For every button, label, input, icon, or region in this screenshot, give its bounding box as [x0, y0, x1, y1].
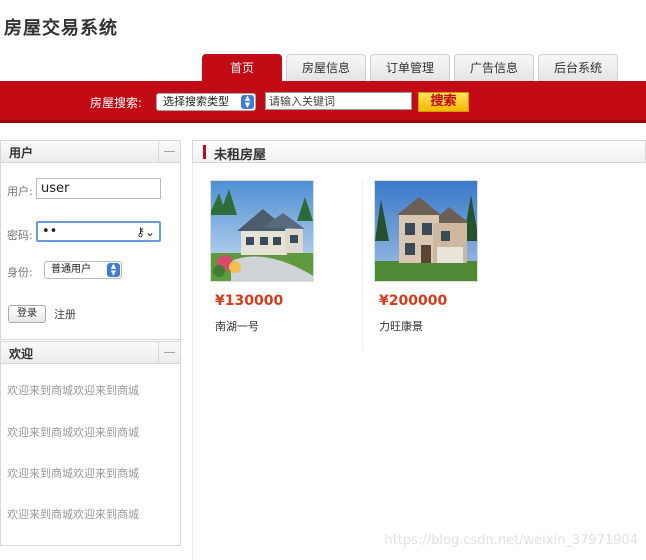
- welcome-line: 欢迎来到商城欢迎来到商城: [7, 508, 139, 521]
- house-photo[interactable]: [210, 180, 314, 282]
- search-type-select[interactable]: 选择搜索类型 ▲ ▼: [156, 93, 256, 111]
- tab-order-management[interactable]: 订单管理: [370, 54, 450, 81]
- search-bar: 房屋搜索: 选择搜索类型 ▲▼ 搜索: [0, 81, 646, 123]
- password-field[interactable]: •• ⚷⌄: [36, 221, 161, 242]
- tab-house-info[interactable]: 房屋信息: [286, 54, 366, 81]
- collapse-icon[interactable]: —: [158, 141, 180, 162]
- search-input[interactable]: [265, 92, 412, 110]
- role-label: 身份:: [7, 266, 33, 279]
- collapse-icon[interactable]: —: [158, 342, 180, 363]
- house-name[interactable]: 南湖一号: [215, 318, 259, 334]
- login-button[interactable]: 登录: [8, 305, 46, 323]
- key-icon[interactable]: ⚷⌄: [136, 224, 155, 241]
- role-value: 普通用户: [51, 264, 91, 275]
- search-label: 房屋搜索:: [90, 96, 143, 110]
- password-label: 密码:: [7, 229, 33, 242]
- watermark: https://blog.csdn.net/weixin_37971904: [384, 533, 638, 548]
- welcome-panel: 欢迎 — 欢迎来到商城欢迎来到商城 欢迎来到商城欢迎来到商城 欢迎来到商城欢迎来…: [0, 341, 181, 546]
- tab-home[interactable]: 首页: [202, 54, 282, 82]
- house-price: ¥130000: [215, 293, 284, 309]
- register-link[interactable]: 注册: [54, 306, 76, 322]
- select-arrows-icon: ▲ ▼: [241, 95, 254, 109]
- welcome-line: 欢迎来到商城欢迎来到商城: [7, 426, 139, 439]
- welcome-line: 欢迎来到商城欢迎来到商城: [7, 467, 139, 480]
- user-panel-header: 用户 —: [1, 141, 180, 163]
- house-name[interactable]: 力旺康景: [379, 318, 423, 334]
- house-card[interactable]: ¥200000 力旺康景: [367, 180, 527, 350]
- password-value: ••: [42, 224, 58, 239]
- search-type-value: 选择搜索类型: [163, 95, 229, 108]
- user-panel-title: 用户: [9, 146, 34, 160]
- listing-title: 未租房屋: [214, 148, 267, 163]
- role-select[interactable]: 普通用户 ▲ ▼: [44, 261, 122, 279]
- welcome-panel-title: 欢迎: [9, 347, 34, 361]
- tab-admin-system[interactable]: 后台系统: [538, 54, 618, 81]
- username-label: 用户:: [7, 185, 33, 198]
- tab-ad-info[interactable]: 广告信息: [454, 54, 534, 81]
- house-photo[interactable]: [374, 180, 478, 282]
- listing-header: 未租房屋: [192, 140, 646, 163]
- select-arrows-icon: ▲ ▼: [107, 263, 120, 277]
- welcome-line: 欢迎来到商城欢迎来到商城: [7, 384, 139, 397]
- main-nav-tabs: 首页 房屋信息 订单管理 广告信息 后台系统: [202, 54, 618, 82]
- user-panel: 用户 — 用户: user 密码: •• ⚷⌄ 身份: 普通用户 ▲ ▼ 登录 注…: [0, 140, 181, 340]
- app-root: 房屋交易系统 首页 房屋信息 订单管理 广告信息 后台系统 房屋搜索: 选择搜索…: [0, 0, 646, 560]
- house-price: ¥200000: [379, 293, 448, 309]
- site-title: 房屋交易系统: [4, 18, 118, 39]
- header-accent-bar: [203, 145, 206, 159]
- search-button[interactable]: 搜索: [418, 92, 469, 112]
- username-field[interactable]: user: [36, 178, 161, 199]
- house-card[interactable]: ¥130000 南湖一号: [203, 180, 363, 350]
- welcome-panel-header: 欢迎 —: [1, 342, 180, 364]
